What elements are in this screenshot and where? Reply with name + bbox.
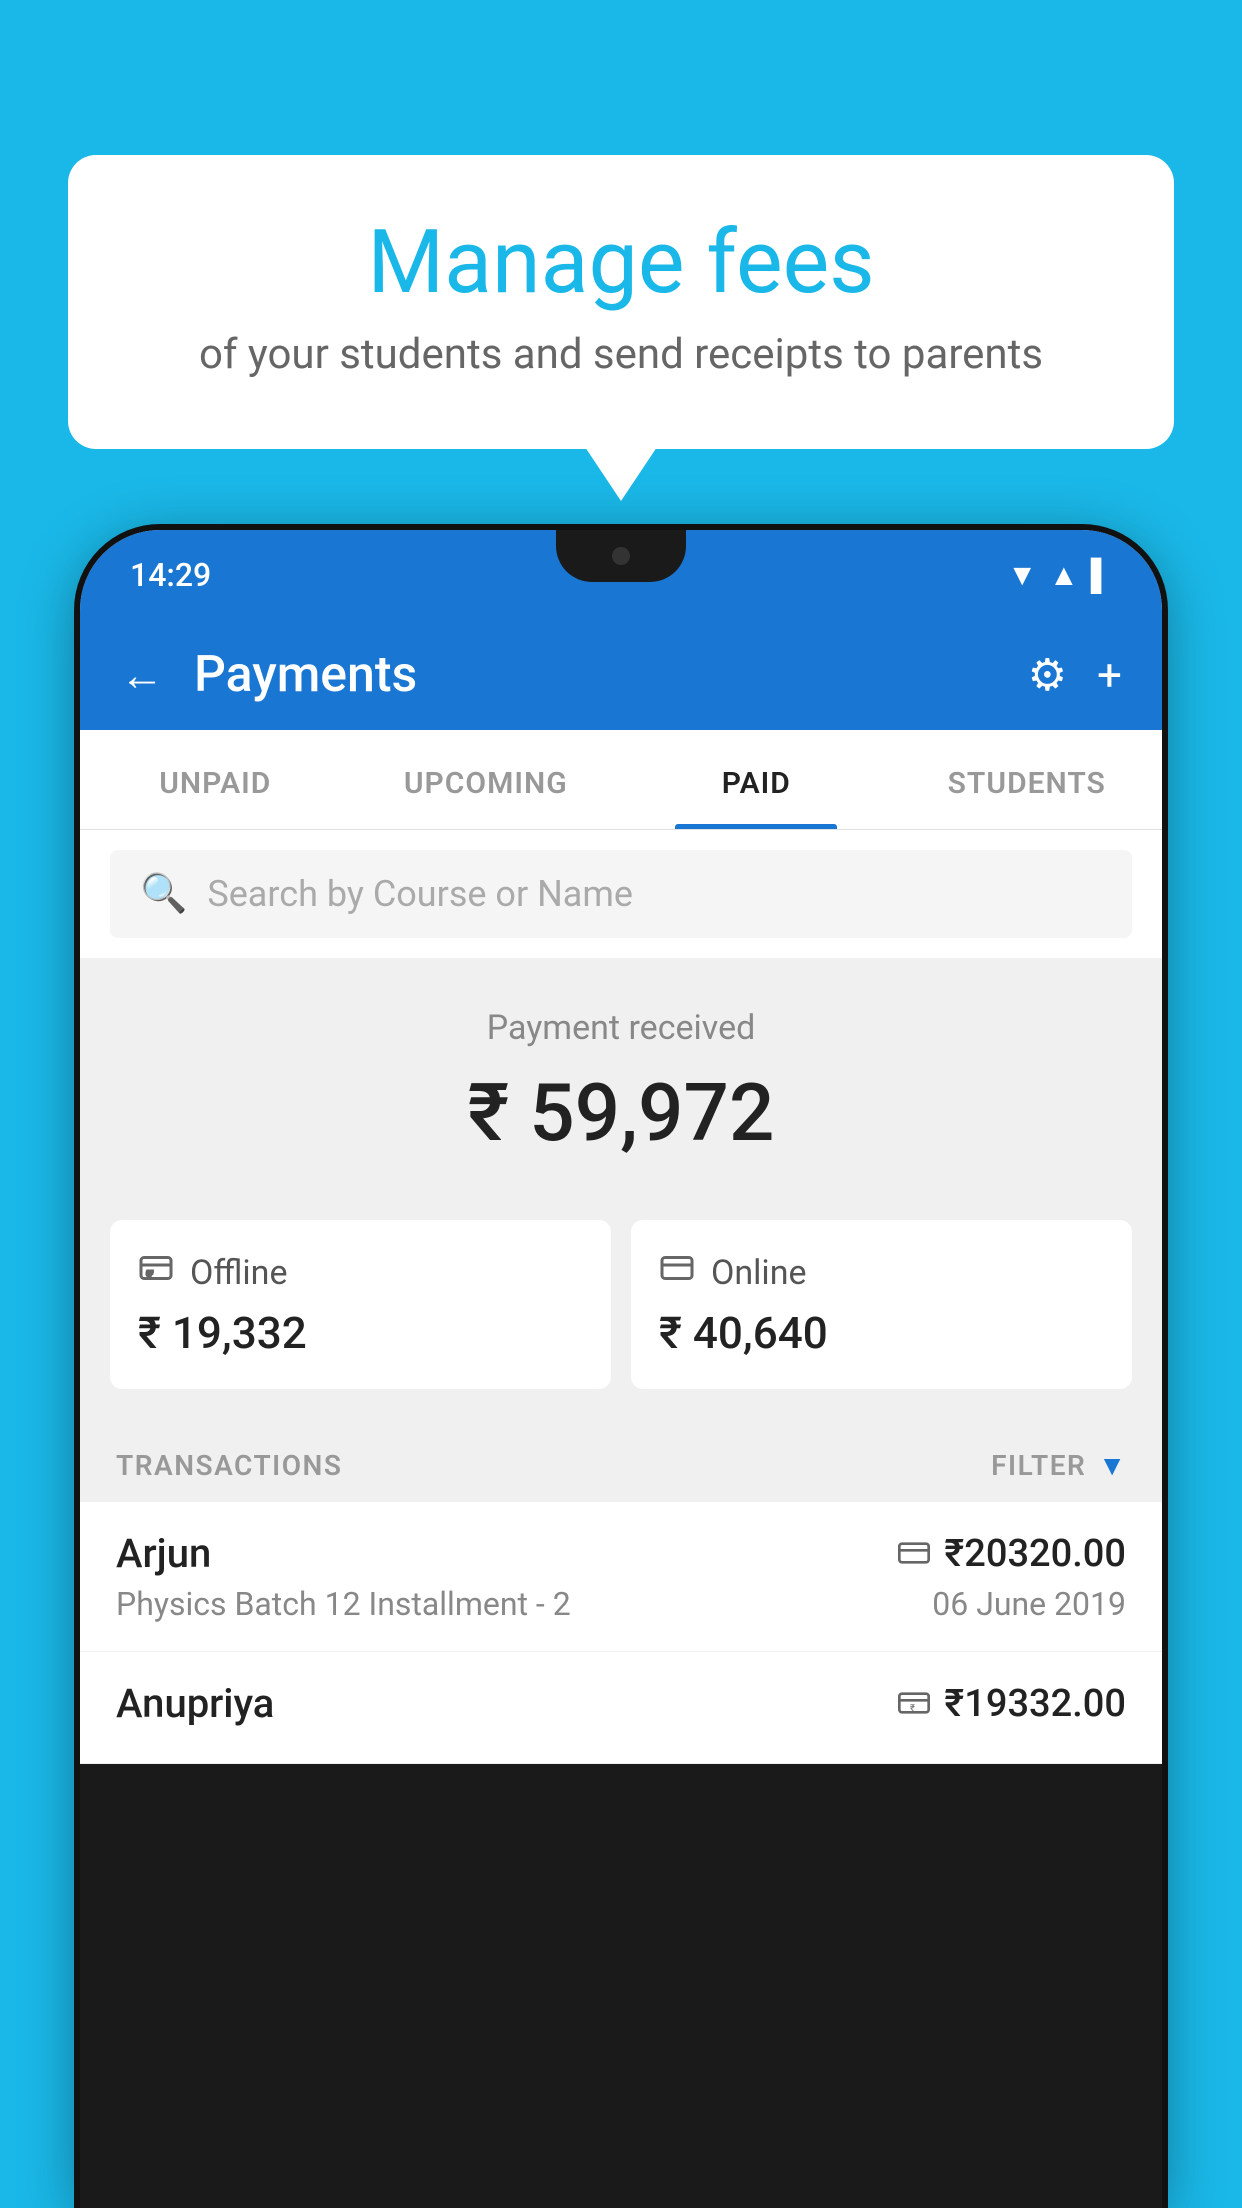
search-input[interactable]: Search by Course or Name	[207, 873, 633, 915]
tab-unpaid[interactable]: UNPAID	[80, 730, 351, 829]
payment-total-amount: ₹ 59,972	[110, 1066, 1132, 1160]
tab-upcoming[interactable]: UPCOMING	[351, 730, 622, 829]
add-icon[interactable]: +	[1097, 649, 1122, 701]
transactions-label: TRANSACTIONS	[116, 1449, 342, 1482]
filter-label: FILTER	[991, 1449, 1086, 1482]
payment-type-icon	[898, 1535, 930, 1573]
svg-text:₹: ₹	[147, 1269, 153, 1282]
transaction-amount-row: ₹ ₹19332.00	[898, 1682, 1126, 1726]
online-icon	[659, 1250, 695, 1295]
online-card: Online ₹ 40,640	[631, 1220, 1132, 1389]
filter-row[interactable]: FILTER ▼	[991, 1449, 1126, 1482]
header-actions: ⚙ +	[1028, 649, 1122, 701]
bubble-title: Manage fees	[148, 215, 1094, 312]
svg-text:₹: ₹	[910, 1703, 915, 1714]
online-label: Online	[711, 1253, 807, 1293]
transaction-list: Arjun ₹20320.00 Physics Batch 12 Install…	[80, 1502, 1162, 1764]
status-time: 14:29	[130, 556, 211, 594]
transaction-item[interactable]: Anupriya ₹ ₹19332.00	[80, 1652, 1162, 1764]
payment-received-section: Payment received ₹ 59,972	[80, 958, 1162, 1220]
wifi-icon: ▼	[1007, 558, 1037, 593]
tab-students[interactable]: STUDENTS	[892, 730, 1163, 829]
payment-received-label: Payment received	[110, 1008, 1132, 1048]
online-amount: ₹ 40,640	[659, 1307, 1104, 1359]
transaction-amount-row: ₹20320.00	[898, 1532, 1126, 1576]
transaction-date: 06 June 2019	[932, 1585, 1126, 1623]
filter-icon: ▼	[1098, 1449, 1126, 1482]
phone-frame: 14:29 ▼ ▲ ▌ ← Payments ⚙ + UNPAID	[80, 530, 1162, 2208]
speech-bubble: Manage fees of your students and send re…	[68, 155, 1174, 449]
back-button[interactable]: ←	[120, 649, 164, 701]
transaction-name: Arjun	[116, 1530, 211, 1577]
status-bar: 14:29 ▼ ▲ ▌	[80, 530, 1162, 620]
payment-type-icon-offline: ₹	[898, 1685, 930, 1723]
offline-icon: ₹	[138, 1250, 174, 1295]
page-title: Payments	[194, 646, 998, 704]
search-bar[interactable]: 🔍 Search by Course or Name	[110, 850, 1132, 938]
camera-dot	[612, 547, 630, 565]
signal-icon: ▲	[1049, 558, 1079, 593]
phone-notch	[556, 530, 686, 582]
offline-amount: ₹ 19,332	[138, 1307, 583, 1359]
transactions-header: TRANSACTIONS FILTER ▼	[80, 1419, 1162, 1502]
bubble-subtitle: of your students and send receipts to pa…	[148, 330, 1094, 379]
transaction-amount: ₹19332.00	[944, 1682, 1126, 1726]
app-header: ← Payments ⚙ +	[80, 620, 1162, 730]
tab-paid[interactable]: PAID	[621, 730, 892, 829]
transaction-name: Anupriya	[116, 1680, 274, 1727]
search-icon: 🔍	[140, 872, 187, 916]
offline-card: ₹ Offline ₹ 19,332	[110, 1220, 611, 1389]
settings-icon[interactable]: ⚙	[1028, 649, 1067, 701]
transaction-desc: Physics Batch 12 Installment - 2	[116, 1585, 571, 1623]
transaction-amount: ₹20320.00	[944, 1532, 1126, 1576]
battery-icon: ▌	[1091, 558, 1112, 593]
transaction-item[interactable]: Arjun ₹20320.00 Physics Batch 12 Install…	[80, 1502, 1162, 1652]
tabs-bar: UNPAID UPCOMING PAID STUDENTS	[80, 730, 1162, 830]
payment-cards: ₹ Offline ₹ 19,332 Online	[80, 1220, 1162, 1419]
status-icons: ▼ ▲ ▌	[1007, 558, 1112, 593]
search-bar-container: 🔍 Search by Course or Name	[80, 830, 1162, 958]
speech-bubble-container: Manage fees of your students and send re…	[68, 155, 1174, 449]
offline-label: Offline	[190, 1253, 287, 1293]
